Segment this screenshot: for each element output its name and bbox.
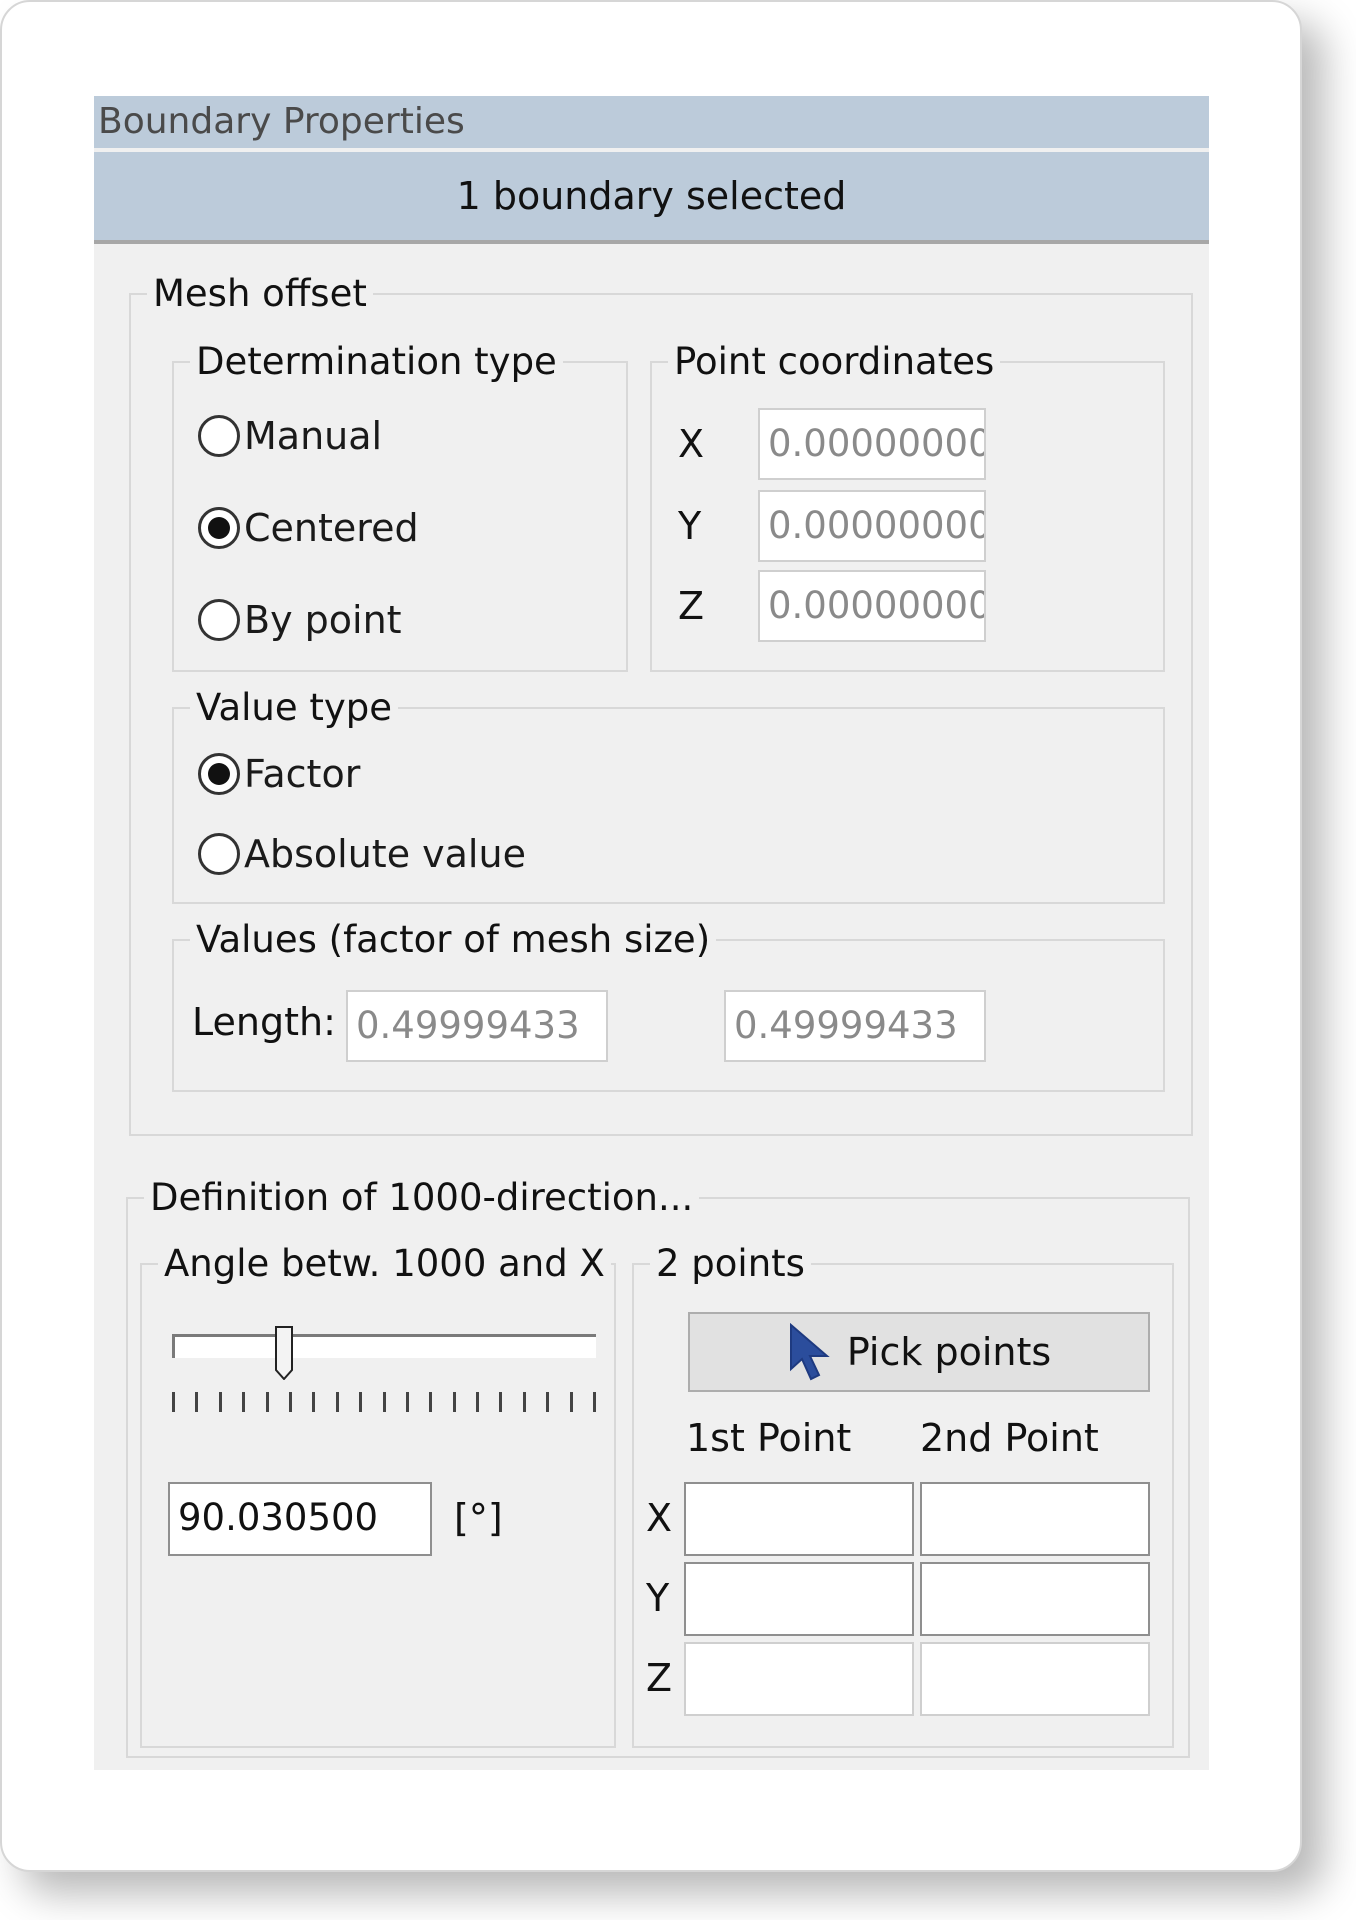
coord-x-label: X [678, 422, 705, 466]
point-row-x-label: X [646, 1496, 673, 1540]
first-point-header: 1st Point [686, 1416, 852, 1460]
length-input-2[interactable]: 0.49999433 [724, 990, 986, 1062]
slider-tick [359, 1392, 363, 1412]
coord-z-input[interactable]: 0.00000000 [758, 570, 986, 642]
slider-thumb[interactable] [274, 1326, 293, 1381]
slider-tick [593, 1392, 596, 1412]
slider-tick [335, 1392, 339, 1412]
slider-tick [476, 1392, 480, 1412]
slider-thumb-shape [274, 1326, 293, 1381]
pick-points-label: Pick points [846, 1330, 1052, 1374]
slider-tick [569, 1392, 573, 1412]
angle-slider[interactable] [172, 1326, 596, 1414]
coord-x-input[interactable]: 0.00000000 [758, 408, 986, 480]
slider-track [172, 1334, 596, 1358]
radio-circle[interactable] [198, 833, 240, 875]
slider-tick [312, 1392, 316, 1412]
slider-tick [429, 1392, 433, 1412]
first-point-z-input[interactable] [684, 1642, 914, 1716]
slider-tick [452, 1392, 456, 1412]
radio-circle-checked[interactable] [198, 507, 240, 549]
cursor-arrow-icon [789, 1323, 830, 1381]
second-point-header: 2nd Point [920, 1416, 1099, 1460]
dialog-card: Boundary Properties 1 boundary selected … [0, 0, 1302, 1872]
mesh-offset-legend: Mesh offset [153, 272, 367, 315]
length-input-1[interactable]: 0.49999433 [346, 990, 608, 1062]
direction-legend: Definition of 1000-direction... [150, 1176, 694, 1219]
radio-manual-label: Manual [244, 414, 383, 458]
radio-absolute-value-label: Absolute value [244, 832, 526, 876]
radio-absolute-value[interactable]: Absolute value [198, 832, 526, 876]
radio-dot [208, 517, 230, 539]
selection-status: 1 boundary selected [94, 152, 1209, 244]
radio-circle-checked[interactable] [198, 753, 240, 795]
point-coordinates-legend: Point coordinates [674, 340, 995, 383]
slider-tick [546, 1392, 550, 1412]
slider-tick [218, 1392, 222, 1412]
coord-z-label: Z [678, 584, 705, 628]
radio-by-point-label: By point [244, 598, 402, 642]
slider-tick [265, 1392, 269, 1412]
point-row-z-label: Z [646, 1656, 673, 1700]
pick-points-button[interactable]: Pick points [688, 1312, 1150, 1392]
second-point-y-input[interactable] [920, 1562, 1150, 1636]
radio-factor[interactable]: Factor [198, 752, 360, 796]
angle-legend: Angle betw. 1000 and X [164, 1242, 605, 1285]
slider-tick [405, 1392, 409, 1412]
coord-y-label: Y [678, 504, 702, 548]
second-point-x-input[interactable] [920, 1482, 1150, 1556]
radio-factor-label: Factor [244, 752, 361, 796]
slider-tick [382, 1392, 386, 1412]
radio-by-point[interactable]: By point [198, 598, 402, 642]
radio-circle[interactable] [198, 415, 240, 457]
angle-unit-label: [°] [454, 1496, 503, 1540]
two-points-legend: 2 points [656, 1242, 805, 1285]
slider-tick [288, 1392, 292, 1412]
radio-dot [208, 763, 230, 785]
slider-tick [499, 1392, 503, 1412]
determination-type-legend: Determination type [196, 340, 557, 383]
slider-tick [172, 1392, 175, 1412]
radio-centered[interactable]: Centered [198, 506, 419, 550]
first-point-y-input[interactable] [684, 1562, 914, 1636]
values-legend: Values (factor of mesh size) [196, 918, 711, 961]
length-label: Length: [192, 1000, 336, 1044]
radio-circle[interactable] [198, 599, 240, 641]
point-row-y-label: Y [646, 1576, 670, 1620]
coord-y-input[interactable]: 0.00000000 [758, 490, 986, 562]
angle-value-input[interactable]: 90.030500 [168, 1482, 432, 1556]
radio-manual[interactable]: Manual [198, 414, 382, 458]
slider-ticks [172, 1392, 596, 1412]
boundary-properties-panel: Boundary Properties 1 boundary selected … [94, 96, 1209, 1770]
slider-tick [522, 1392, 526, 1412]
second-point-z-input[interactable] [920, 1642, 1150, 1716]
radio-centered-label: Centered [244, 506, 419, 550]
first-point-x-input[interactable] [684, 1482, 914, 1556]
slider-tick [242, 1392, 246, 1412]
slider-tick [195, 1392, 199, 1412]
value-type-legend: Value type [196, 686, 393, 729]
panel-title: Boundary Properties [94, 96, 1209, 148]
